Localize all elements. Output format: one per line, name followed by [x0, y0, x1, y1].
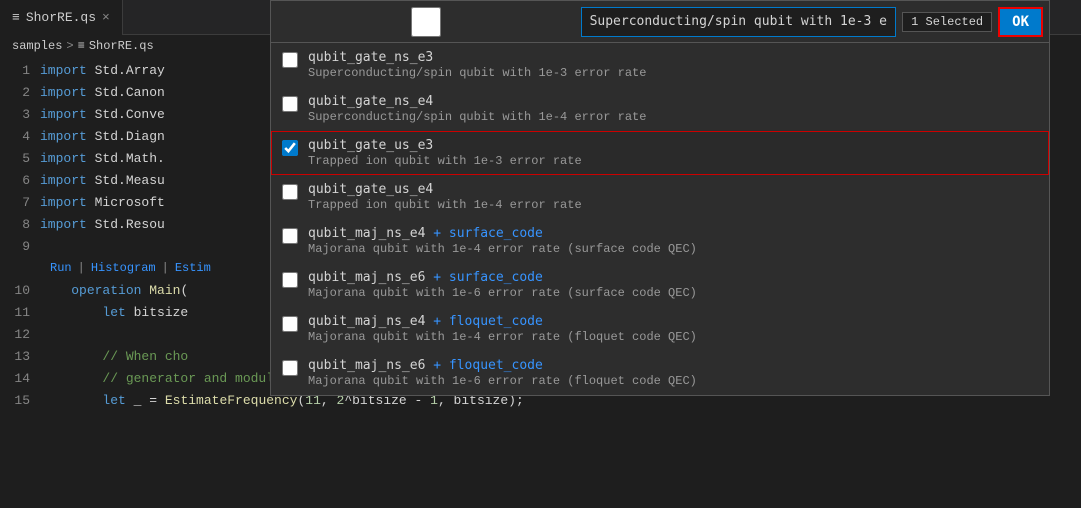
item-name-main: qubit_maj_ns_e4	[308, 314, 425, 329]
item-name: qubit_maj_ns_e4 + floquet_code	[308, 314, 697, 329]
histogram-link[interactable]: Histogram	[91, 261, 156, 275]
line-number: 2	[0, 85, 40, 100]
breadcrumb-sep: >	[66, 39, 73, 53]
item-checkbox[interactable]	[282, 140, 298, 156]
item-desc: Majorana qubit with 1e-6 error rate (flo…	[308, 374, 697, 388]
line-number: 6	[0, 173, 40, 188]
item-name-suffix: + floquet_code	[425, 358, 542, 373]
dropdown-search-bar: 1 Selected OK	[271, 1, 1049, 43]
item-desc: Superconducting/spin qubit with 1e-3 err…	[308, 66, 646, 80]
item-name-suffix: + surface_code	[425, 270, 542, 285]
line-number: 5	[0, 151, 40, 166]
item-name: qubit_gate_ns_e4	[308, 94, 646, 109]
breadcrumb-part2: ShorRE.qs	[89, 39, 154, 53]
item-name-main: qubit_gate_ns_e4	[308, 94, 433, 109]
line-number: 3	[0, 107, 40, 122]
item-name-main: qubit_maj_ns_e6	[308, 358, 425, 373]
line-number: 15	[0, 393, 40, 408]
tab-close-icon[interactable]: ×	[102, 10, 110, 25]
dropdown-overlay: 1 Selected OK qubit_gate_ns_e3Supercondu…	[270, 0, 1050, 396]
line-number: 1	[0, 63, 40, 78]
item-text: qubit_gate_ns_e4Superconducting/spin qub…	[308, 94, 646, 124]
item-name: qubit_maj_ns_e6 + surface_code	[308, 270, 697, 285]
item-desc: Trapped ion qubit with 1e-4 error rate	[308, 198, 582, 212]
item-name-main: qubit_gate_us_e3	[308, 138, 433, 153]
item-text: qubit_maj_ns_e4 + surface_codeMajorana q…	[308, 226, 697, 256]
item-desc: Superconducting/spin qubit with 1e-4 err…	[308, 110, 646, 124]
line-number: 9	[0, 239, 40, 254]
run-sep2: |	[162, 261, 169, 275]
selected-badge: 1 Selected	[902, 12, 992, 32]
item-checkbox[interactable]	[282, 52, 298, 68]
run-sep: |	[78, 261, 85, 275]
dropdown-item[interactable]: qubit_gate_ns_e3Superconducting/spin qub…	[271, 43, 1049, 87]
line-number: 7	[0, 195, 40, 210]
dropdown-item[interactable]: qubit_maj_ns_e6 + surface_codeMajorana q…	[271, 263, 1049, 307]
line-number: 13	[0, 349, 40, 364]
item-name: qubit_gate_us_e3	[308, 138, 582, 153]
estimate-link[interactable]: Estim	[175, 261, 211, 275]
line-number: 10	[0, 283, 40, 298]
search-input[interactable]	[581, 7, 897, 37]
item-checkbox[interactable]	[282, 272, 298, 288]
dropdown-item[interactable]: qubit_gate_us_e3Trapped ion qubit with 1…	[271, 131, 1049, 175]
item-checkbox[interactable]	[282, 360, 298, 376]
item-name: qubit_gate_us_e4	[308, 182, 582, 197]
item-name-main: qubit_gate_us_e4	[308, 182, 433, 197]
dropdown-item[interactable]: qubit_maj_ns_e4 + surface_codeMajorana q…	[271, 219, 1049, 263]
item-checkbox[interactable]	[282, 184, 298, 200]
breadcrumb-file-icon: ≡	[78, 39, 85, 53]
item-checkbox[interactable]	[282, 228, 298, 244]
run-link[interactable]: Run	[50, 261, 72, 275]
item-name-suffix: + surface_code	[425, 226, 542, 241]
item-desc: Majorana qubit with 1e-4 error rate (sur…	[308, 242, 697, 256]
item-name: qubit_gate_ns_e3	[308, 50, 646, 65]
dropdown-item[interactable]: qubit_maj_ns_e4 + floquet_codeMajorana q…	[271, 307, 1049, 351]
item-text: qubit_maj_ns_e6 + surface_codeMajorana q…	[308, 270, 697, 300]
line-number: 8	[0, 217, 40, 232]
item-text: qubit_gate_ns_e3Superconducting/spin qub…	[308, 50, 646, 80]
item-name: qubit_maj_ns_e4 + surface_code	[308, 226, 697, 241]
item-text: qubit_gate_us_e4Trapped ion qubit with 1…	[308, 182, 582, 212]
line-number: 12	[0, 327, 40, 342]
item-name-main: qubit_gate_ns_e3	[308, 50, 433, 65]
item-text: qubit_maj_ns_e4 + floquet_codeMajorana q…	[308, 314, 697, 344]
item-desc: Majorana qubit with 1e-6 error rate (sur…	[308, 286, 697, 300]
line-number: 11	[0, 305, 40, 320]
breadcrumb-part1: samples	[12, 39, 62, 53]
item-name-main: qubit_maj_ns_e6	[308, 270, 425, 285]
line-number: 4	[0, 129, 40, 144]
editor-tab[interactable]: ≡ ShorRE.qs ×	[0, 0, 123, 35]
tab-file-icon: ≡	[12, 10, 20, 25]
ok-button[interactable]: OK	[998, 7, 1043, 37]
item-checkbox[interactable]	[282, 96, 298, 112]
dropdown-item[interactable]: qubit_gate_ns_e4Superconducting/spin qub…	[271, 87, 1049, 131]
item-text: qubit_gate_us_e3Trapped ion qubit with 1…	[308, 138, 582, 168]
item-checkbox[interactable]	[282, 316, 298, 332]
item-desc: Majorana qubit with 1e-4 error rate (flo…	[308, 330, 697, 344]
dropdown-list: qubit_gate_ns_e3Superconducting/spin qub…	[271, 43, 1049, 395]
item-desc: Trapped ion qubit with 1e-3 error rate	[308, 154, 582, 168]
item-name: qubit_maj_ns_e6 + floquet_code	[308, 358, 697, 373]
dropdown-item[interactable]: qubit_maj_ns_e6 + floquet_codeMajorana q…	[271, 351, 1049, 395]
line-number: 14	[0, 371, 40, 386]
select-all-checkbox[interactable]	[277, 7, 575, 37]
item-name-suffix: + floquet_code	[425, 314, 542, 329]
tab-label: ShorRE.qs	[26, 10, 96, 25]
item-name-main: qubit_maj_ns_e4	[308, 226, 425, 241]
item-text: qubit_maj_ns_e6 + floquet_codeMajorana q…	[308, 358, 697, 388]
dropdown-item[interactable]: qubit_gate_us_e4Trapped ion qubit with 1…	[271, 175, 1049, 219]
